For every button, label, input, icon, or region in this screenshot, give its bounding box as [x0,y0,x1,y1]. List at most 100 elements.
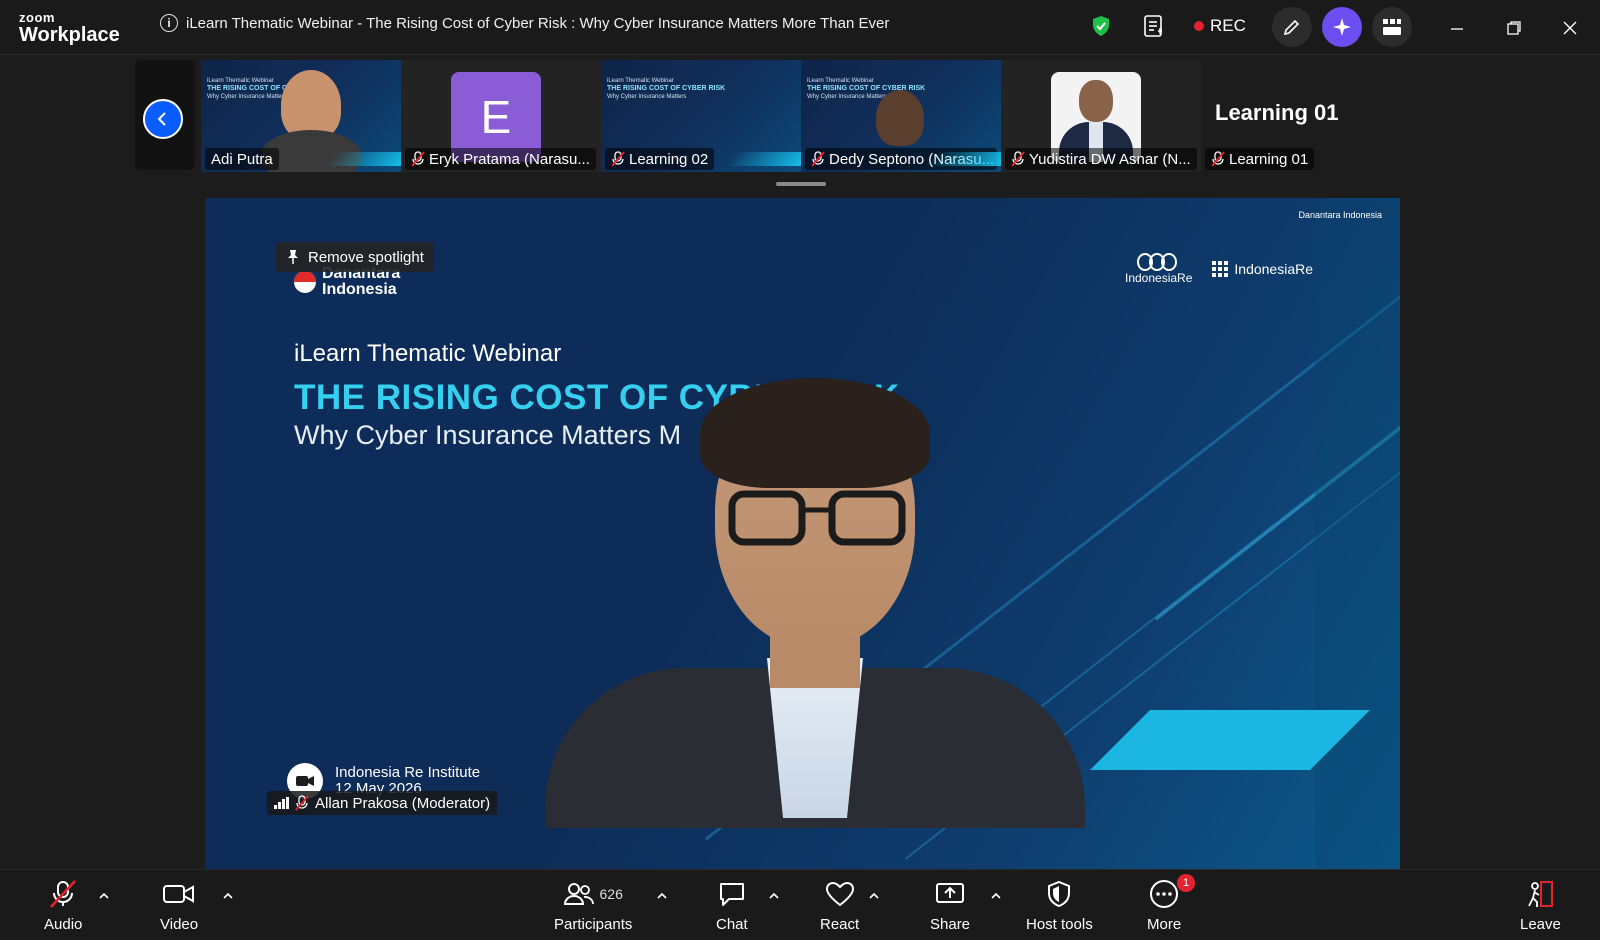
chat-button[interactable]: Chat [716,880,748,933]
zoom-window: zoom Workplace i iLearn Thematic Webinar… [0,0,1600,940]
video-button[interactable]: Video [160,880,198,933]
danantara-mark-icon [294,271,316,293]
speaker-hair [700,378,930,488]
participants-count: 626 [599,886,623,902]
signal-strength-icon [274,797,289,809]
leave-door-icon [1528,881,1554,907]
brand-zoom: zoom [19,10,55,25]
slide-subtitle: iLearn Thematic Webinar [294,340,562,367]
mic-muted-icon [811,151,825,167]
audio-button[interactable]: Audio [44,880,82,933]
ai-companion-button[interactable] [1322,7,1362,47]
participant-name: Dedy Septono (Narasu... [829,150,995,168]
speaker-name: Allan Prakosa (Moderator) [315,794,491,812]
share-button[interactable]: Share [930,880,970,933]
partner-logos: IndonesiaRe IndonesiaRe [1125,253,1313,285]
spotlight-label: Remove spotlight [308,248,424,266]
mic-muted-icon [611,151,625,167]
previous-page-button[interactable] [143,99,183,139]
encryption-shield-icon[interactable] [1091,15,1111,37]
participant-name: Learning 01 [1229,150,1309,168]
danantara-line2: Indonesia [322,281,397,298]
chevron-up-icon[interactable] [98,890,110,902]
apps-button[interactable] [1372,7,1412,47]
participant-tile[interactable]: iLearn Thematic Webinar THE RISING COST … [601,60,801,172]
participant-tile[interactable]: iLearn Thematic Webinar THE RISING COST … [801,60,1001,172]
chevron-up-icon[interactable] [868,890,880,902]
mic-muted-icon [411,151,425,167]
meeting-toolbar: Audio Video 626 Participants Chat React [0,869,1600,940]
host-tools-button[interactable]: Host tools [1026,880,1093,933]
participant-name: Eryk Pratama (Narasu... [429,150,590,168]
participant-strip: iLearn Thematic Webinar THE RISING COST … [135,58,1375,172]
participant-name-tag: Learning 01 [1205,148,1315,170]
recording-indicator[interactable]: REC [1194,16,1246,36]
speaker-video [505,378,1085,828]
chat-label: Chat [716,916,748,933]
thumb-slide-text: iLearn Thematic Webinar THE RISING COST … [607,78,726,100]
recording-dot-icon [1194,21,1204,31]
audio-label: Audio [44,916,83,933]
participant-video [876,90,924,146]
slide-edge [1315,198,1400,869]
participant-name-tag: Learning 02 [605,148,715,170]
participants-icon [563,883,594,905]
notes-icon[interactable] [1143,14,1165,38]
minimize-button[interactable] [1445,16,1469,40]
title-bar: zoom Workplace i iLearn Thematic Webinar… [0,0,1600,55]
participant-name: Adi Putra [211,150,273,168]
mic-muted-icon [1011,151,1025,167]
pencil-icon [1283,19,1300,36]
chevron-up-icon[interactable] [222,890,234,902]
chevron-up-icon[interactable] [768,890,780,902]
zoom-workplace-logo: zoom Workplace [19,11,120,45]
participant-name-tag: Dedy Septono (Narasu... [805,148,997,170]
indonesiare-institute-logo: IndonesiaRe [1212,261,1313,278]
participant-tile[interactable]: iLearn Thematic Webinar THE RISING COST … [201,60,401,172]
video-camera-icon [163,885,195,903]
mic-muted-icon [1211,151,1225,167]
participants-label: Participants [554,916,633,933]
info-icon[interactable]: i [160,14,178,32]
mic-muted-icon [295,795,309,811]
strip-nav-area [135,60,195,170]
participant-name-tag: Adi Putra [205,148,279,170]
sparkle-icon [1333,18,1351,36]
chevron-left-icon [157,112,166,126]
speaker-name-tag: Allan Prakosa (Moderator) [267,791,498,815]
organizer-name: Indonesia Re Institute [335,764,481,781]
meeting-info[interactable]: i iLearn Thematic Webinar - The Rising C… [160,14,889,32]
heart-icon [825,881,854,907]
leave-button[interactable]: Leave [1520,880,1561,933]
notification-badge: 1 [1177,874,1196,892]
close-icon [1563,21,1577,35]
more-button[interactable]: 1 More [1147,874,1196,933]
meeting-title: iLearn Thematic Webinar - The Rising Cos… [186,14,890,32]
thumb-slide-text: iLearn Thematic Webinar THE RISING COST … [207,78,288,100]
chevron-up-icon[interactable] [990,890,1002,902]
video-label: Video [160,916,199,933]
participant-tile[interactable]: Yudistira DW Asnar (N... [1001,60,1201,172]
chevron-up-icon[interactable] [656,890,668,902]
restore-icon [1507,21,1521,35]
spotlight-video[interactable]: Danantara Indonesia Danantara Indonesia … [205,198,1400,869]
restore-button[interactable] [1502,16,1526,40]
more-dots-icon [1150,880,1179,908]
participant-name-tag: Eryk Pratama (Narasu... [405,148,596,170]
annotate-button[interactable] [1272,7,1312,47]
rec-label: REC [1210,16,1246,35]
minimize-icon [1451,28,1463,30]
brand-workplace: Workplace [19,24,120,46]
close-button[interactable] [1558,16,1582,40]
remove-spotlight-button[interactable]: Remove spotlight [276,242,434,272]
security-shield-icon [1048,880,1071,908]
strip-resize-handle[interactable] [776,182,826,186]
participant-tile[interactable]: E Eryk Pratama (Narasu... [401,60,601,172]
apps-grid-icon [1383,19,1401,35]
participant-name: Learning 02 [629,150,709,168]
react-label: React [820,916,860,933]
more-label: More [1147,916,1182,933]
participant-label: Learning 01 [1215,100,1339,125]
react-button[interactable]: React [820,880,859,933]
participants-button[interactable]: 626 Participants [554,880,632,933]
